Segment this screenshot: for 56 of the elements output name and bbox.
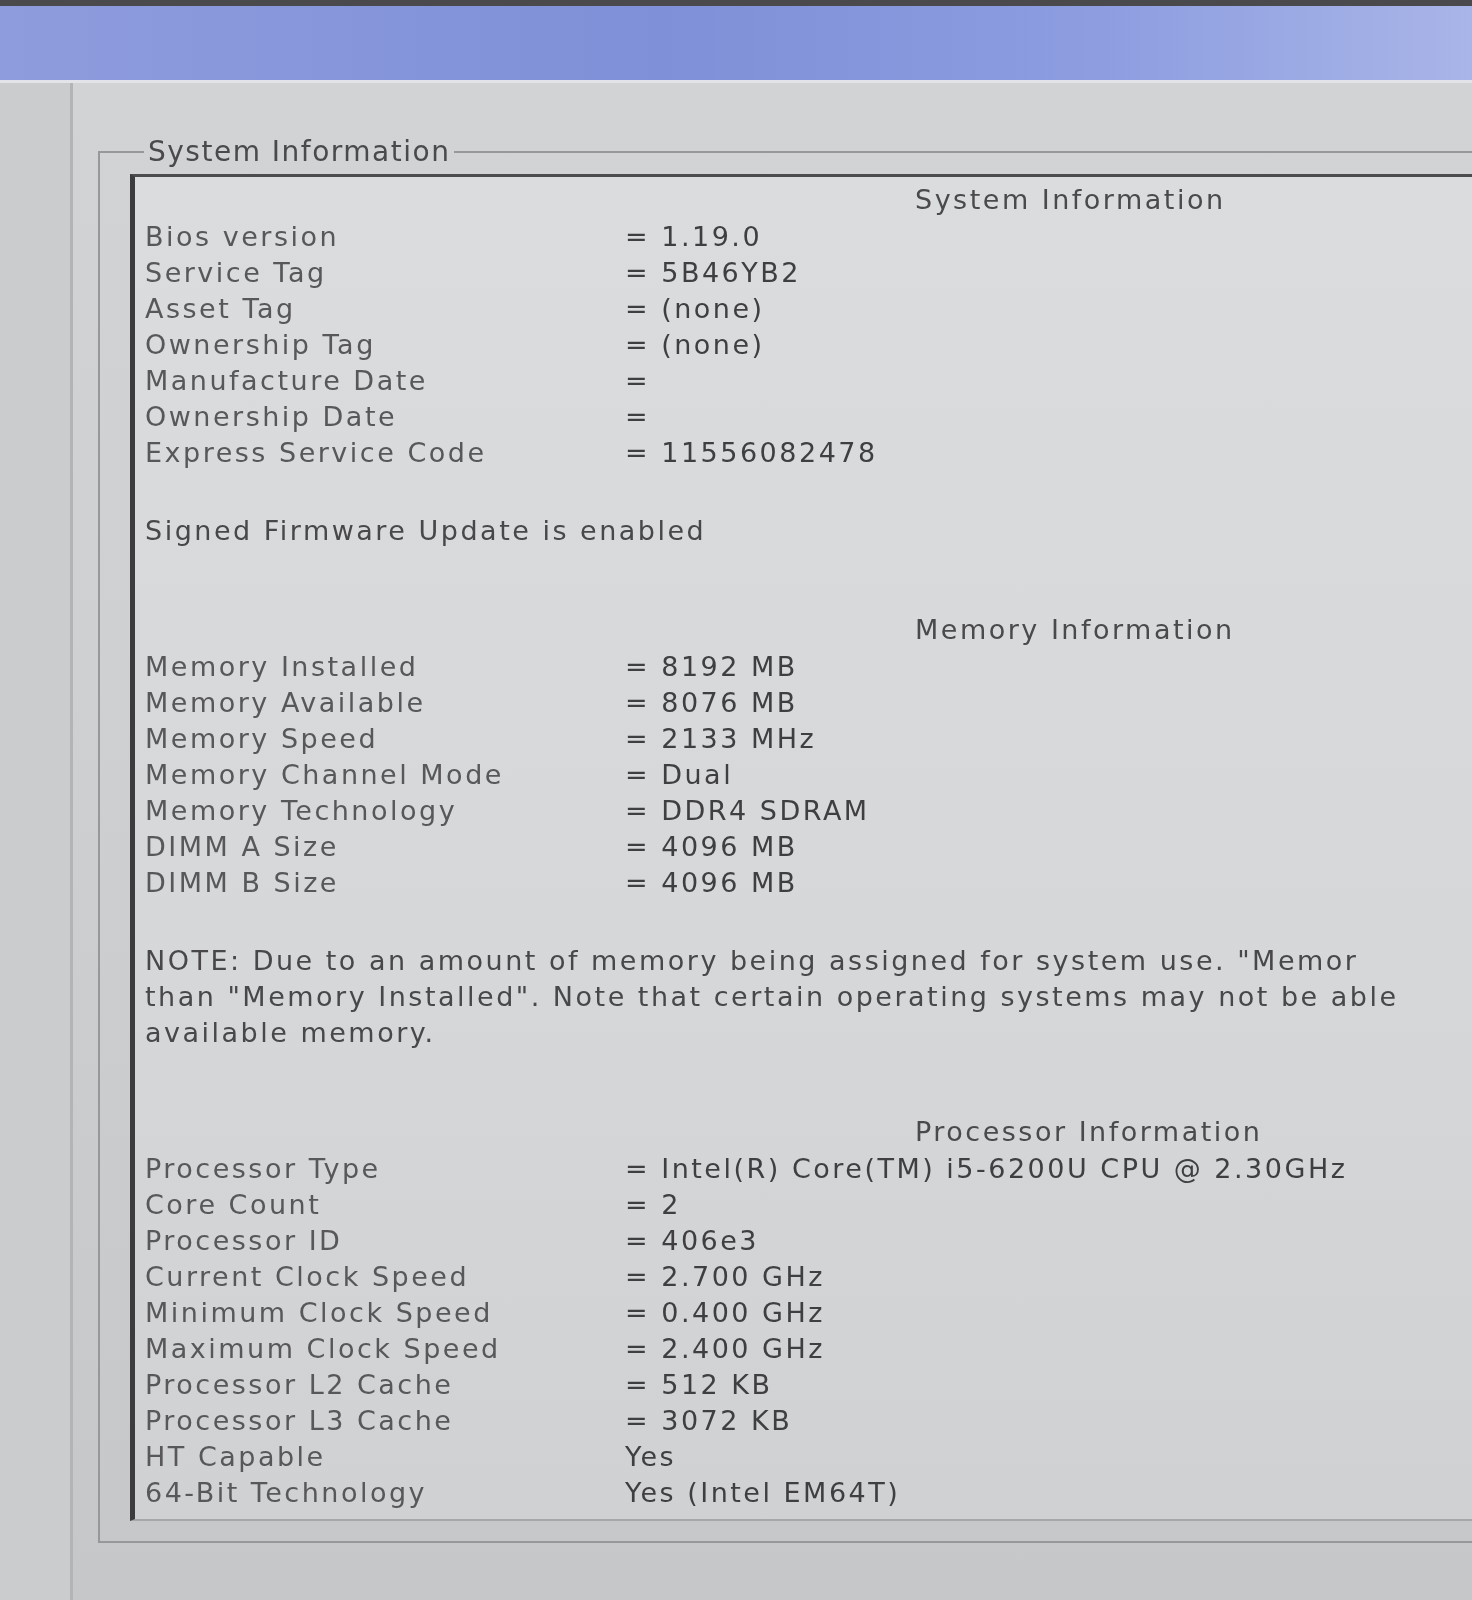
field-value: = — [625, 400, 652, 434]
section-heading: System Information — [915, 183, 1226, 217]
field-value: = 4096 MB — [625, 866, 799, 900]
field-label: Asset Tag — [145, 292, 297, 326]
field-label: Manufacture Date — [145, 364, 429, 398]
field-label: HT Capable — [145, 1440, 327, 1474]
field-value: = 8076 MB — [625, 686, 799, 720]
field-value: = 512 KB — [625, 1368, 774, 1402]
field-label: Ownership Date — [145, 400, 399, 434]
field-label: Processor ID — [145, 1224, 344, 1258]
field-value: = 1.19.0 — [625, 220, 764, 254]
field-label: Processor Type — [145, 1152, 382, 1186]
field-label: Bios version — [145, 220, 341, 254]
field-value: = 3072 KB — [625, 1404, 794, 1438]
field-value: Yes — [625, 1440, 678, 1474]
field-value: Yes (Intel EM64T) — [625, 1476, 902, 1510]
field-label: 64-Bit Technology — [145, 1476, 429, 1510]
field-value: = 4096 MB — [625, 830, 799, 864]
field-value: = 8192 MB — [625, 650, 799, 684]
field-value: = 2.700 GHz — [625, 1260, 826, 1294]
info-text: Signed Firmware Update is enabled — [145, 514, 707, 548]
field-value: = (none) — [625, 292, 766, 326]
field-value: = (none) — [625, 328, 766, 362]
field-label: Memory Available — [145, 686, 427, 720]
info-text: NOTE: Due to an amount of memory being assigned for system use. "Memor — [145, 944, 1359, 978]
field-label: Core Count — [145, 1188, 323, 1222]
info-text: available memory. — [145, 1016, 436, 1050]
field-label: Service Tag — [145, 256, 328, 290]
field-label: Minimum Clock Speed — [145, 1296, 494, 1330]
field-value: = Dual — [625, 758, 735, 792]
field-label: Current Clock Speed — [145, 1260, 471, 1294]
field-label: Maximum Clock Speed — [145, 1332, 502, 1366]
field-label: Memory Installed — [145, 650, 420, 684]
field-label: DIMM B Size — [145, 866, 340, 900]
field-value: = 11556082478 — [625, 436, 878, 470]
field-label: Processor L2 Cache — [145, 1368, 455, 1402]
field-value: = 406e3 — [625, 1224, 761, 1258]
section-heading: Memory Information — [915, 613, 1235, 647]
field-value: = 2 — [625, 1188, 682, 1222]
field-label: Processor L3 Cache — [145, 1404, 455, 1438]
field-label: Ownership Tag — [145, 328, 377, 362]
field-label: Memory Channel Mode — [145, 758, 505, 792]
field-value: = — [625, 364, 652, 398]
field-value: = 2133 MHz — [625, 722, 818, 756]
field-value: = 2.400 GHz — [625, 1332, 826, 1366]
field-label: Express Service Code — [145, 436, 488, 470]
field-value: = 5B46YB2 — [625, 256, 802, 290]
field-label: Memory Speed — [145, 722, 380, 756]
field-value: = Intel(R) Core(TM) i5-6200U CPU @ 2.30GHz — [625, 1152, 1348, 1186]
field-label: Memory Technology — [145, 794, 459, 828]
group-title: System Information — [147, 135, 452, 168]
section-heading: Processor Information — [915, 1115, 1263, 1149]
info-text: than "Memory Installed". Note that certain operating systems may not be able — [145, 980, 1399, 1014]
field-value: = 0.400 GHz — [625, 1296, 826, 1330]
field-label: DIMM A Size — [145, 830, 340, 864]
field-value: = DDR4 SDRAM — [625, 794, 870, 828]
